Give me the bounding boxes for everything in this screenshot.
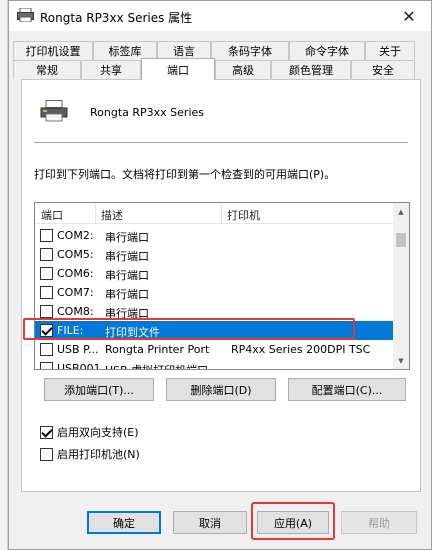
list-item[interactable]: COM5: 串行端口: [35, 245, 395, 264]
close-icon: ✕: [402, 6, 416, 26]
annotation-highlight-apply: [251, 502, 335, 540]
tab-sharing[interactable]: 共享: [81, 60, 141, 79]
delete-port-button[interactable]: 删除端口(D): [166, 378, 276, 401]
vertical-scrollbar[interactable]: ▲ ▼: [393, 203, 409, 369]
tab-printer-settings[interactable]: 打印机设置: [13, 41, 93, 60]
annotation-highlight-file-row: [23, 318, 355, 340]
list-item[interactable]: COM6: 串行端口: [35, 264, 395, 283]
tab-command-font[interactable]: 命令字体: [289, 41, 365, 60]
tab-color-management[interactable]: 颜色管理: [271, 60, 351, 79]
scroll-thumb[interactable]: [396, 233, 406, 247]
separator: [34, 142, 408, 143]
bidirectional-support-checkbox[interactable]: [40, 425, 53, 439]
bidirectional-support-option[interactable]: 启用双向支持(E): [40, 424, 139, 440]
list-item[interactable]: COM2: 串行端口: [35, 226, 395, 245]
port-checkbox[interactable]: [40, 267, 53, 280]
ok-button[interactable]: 确定: [87, 511, 161, 534]
port-checkbox[interactable]: [40, 286, 53, 299]
help-button: 帮助: [341, 511, 417, 534]
scroll-down-arrow-icon[interactable]: ▼: [393, 352, 409, 369]
list-item[interactable]: USB P... Rongta Printer Port RP4xx Serie…: [35, 340, 395, 359]
desktop-background: [0, 0, 8, 550]
tab-security[interactable]: 安全: [351, 60, 415, 79]
printer-pooling-checkbox[interactable]: [40, 447, 53, 461]
tab-barcode-font[interactable]: 条码字体: [211, 41, 289, 60]
port-list-header: 端口 描述 打印机: [35, 203, 395, 224]
tab-general[interactable]: 常规: [13, 60, 81, 79]
port-checkbox[interactable]: [40, 343, 53, 356]
add-port-button[interactable]: 添加端口(T)...: [44, 378, 154, 401]
tab-ports[interactable]: 端口: [141, 58, 215, 80]
column-header-printer[interactable]: 打印机: [227, 207, 260, 223]
tab-advanced[interactable]: 高级: [215, 60, 271, 79]
column-header-port[interactable]: 端口: [41, 207, 63, 223]
port-checkbox[interactable]: [40, 229, 53, 242]
port-checkbox[interactable]: [40, 248, 53, 261]
port-list[interactable]: 端口 描述 打印机 COM2: 串行端口 COM5: 串行端口 COM6: 串行…: [34, 202, 410, 370]
scroll-up-arrow-icon[interactable]: ▲: [393, 203, 409, 220]
window-title: Rongta RP3xx Series 属性: [40, 11, 193, 25]
printer-properties-dialog: Rongta RP3xx Series 属性 ✕ 打印机设置 标签库 语言 条码…: [8, 0, 432, 550]
ports-tab-panel: Rongta RP3xx Series 打印到下列端口。文档将打印到第一个检查到…: [21, 79, 421, 492]
printer-large-icon: [40, 100, 68, 122]
close-button[interactable]: ✕: [389, 1, 429, 31]
column-divider[interactable]: [95, 203, 96, 224]
list-item[interactable]: USB001 USB 虚拟打印机端口: [35, 359, 395, 369]
column-header-description[interactable]: 描述: [101, 207, 123, 223]
configure-port-button[interactable]: 配置端口(C)...: [288, 378, 406, 401]
printer-icon: [17, 8, 34, 22]
tab-about[interactable]: 关于: [365, 41, 415, 60]
printer-name: Rongta RP3xx Series: [90, 106, 205, 119]
port-checkbox[interactable]: [40, 362, 53, 369]
port-checkbox[interactable]: [40, 305, 53, 318]
printer-pooling-option[interactable]: 启用打印机池(N): [40, 446, 140, 462]
cancel-button[interactable]: 取消: [173, 511, 247, 534]
port-description: 打印到下列端口。文档将打印到第一个检查到的可用端口(P)。: [34, 168, 336, 181]
title-bar[interactable]: Rongta RP3xx Series 属性 ✕: [9, 1, 431, 31]
column-divider[interactable]: [221, 203, 222, 224]
list-item[interactable]: COM7: 串行端口: [35, 283, 395, 302]
